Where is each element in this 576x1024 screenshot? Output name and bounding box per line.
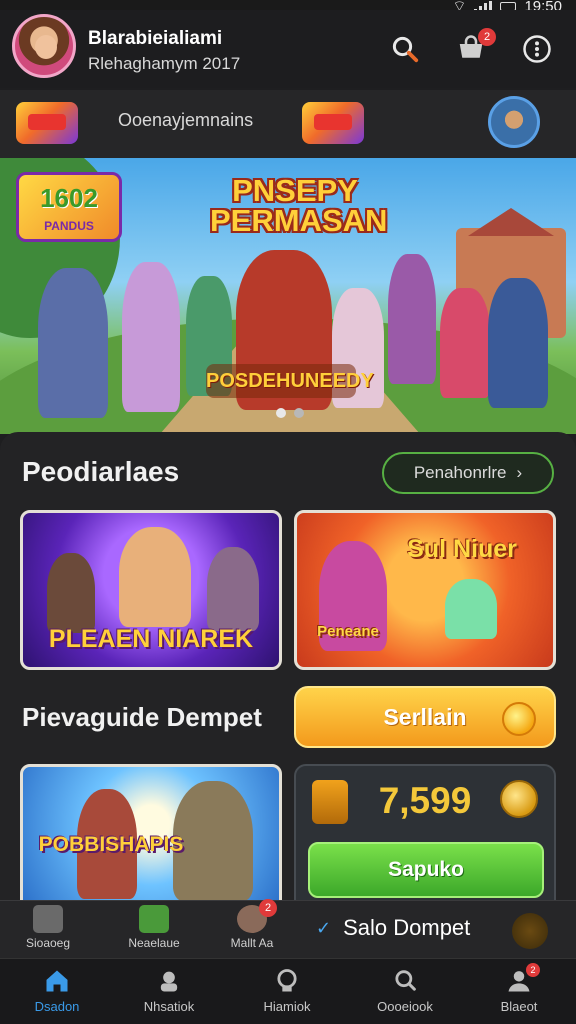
controller-icon	[160, 971, 178, 992]
tab-search[interactable]: Oooeiook	[350, 967, 460, 1014]
section-title-wallet: Pievaguide Dempet	[22, 702, 262, 732]
wallet-toast: ✓ Salo Dompet	[316, 915, 471, 940]
check-icon: ✓	[316, 917, 332, 938]
app-header: Blarabieialiami Rlehaghamym 2017 2	[0, 10, 576, 88]
profile-avatar[interactable]	[12, 14, 76, 78]
coin-icon	[512, 913, 548, 949]
subbar-item-map[interactable]: Neaelaue	[114, 905, 194, 950]
trophy-icon	[277, 969, 297, 992]
profile-badge: 2	[526, 963, 540, 977]
character-archer	[440, 288, 490, 398]
tab-events[interactable]: Hiamiok	[232, 967, 342, 1014]
bottom-tab-bar: Dsadon Nhsatiok Hiamiok Oooeiook 2 Blaeo…	[0, 958, 576, 1024]
card-caption: PLEAEN NIAREK	[48, 625, 254, 653]
card-pet-figure	[445, 579, 497, 639]
card-caption: Sul Niuer	[407, 535, 517, 563]
more-options-icon[interactable]	[520, 32, 554, 66]
app-screen: ⌔ 19:50 Blarabieialiami Rlehaghamym 2017…	[0, 0, 576, 1024]
user-subtitle: Rlehaghamym 2017	[88, 54, 241, 73]
action-button-label: Serllain	[383, 703, 467, 730]
tab-home[interactable]: Dsadon	[2, 967, 112, 1014]
chevron-right-icon: ›	[516, 463, 523, 482]
game-logo-center[interactable]	[302, 102, 364, 144]
people-icon: 2	[237, 899, 277, 933]
card-hero-figure	[119, 527, 191, 627]
card-caption: POBBISHAPIS	[38, 833, 184, 856]
banner-subtitle: POSDEHUNEEDY	[206, 364, 374, 398]
character-mage	[122, 262, 180, 412]
card-side-figure	[207, 547, 259, 631]
subbar-item-stats[interactable]: Sioaoeg	[8, 905, 88, 950]
see-all-button[interactable]: Penahonrlre ›	[382, 452, 554, 494]
card-subcaption: Peneane	[317, 623, 379, 640]
card-side-figure	[47, 553, 95, 633]
wallet-button[interactable]: Sapuko	[308, 842, 544, 898]
content-sheet: Peodiarlaes Penahonrlre › PLEAEN NIAREK …	[0, 432, 576, 912]
game-logo-left[interactable]	[16, 102, 78, 144]
map-icon	[139, 905, 169, 933]
search-icon[interactable]	[388, 32, 422, 66]
game-card-purple[interactable]: PLEAEN NIAREK	[20, 510, 282, 670]
game-card-blue[interactable]: POBBISHAPIS	[20, 764, 282, 912]
character-warrior	[38, 268, 108, 418]
tab-games[interactable]: Nhsatiok	[114, 967, 224, 1014]
cart-icon[interactable]: 2	[454, 28, 496, 66]
character-knight	[488, 278, 548, 408]
action-button[interactable]: Serllain	[294, 686, 556, 748]
coin-icon	[502, 702, 536, 736]
search-icon	[395, 970, 416, 991]
tab-profile[interactable]: 2 Blaeot	[464, 963, 574, 1014]
see-all-label: Penahonrlre	[413, 463, 507, 482]
username: Blarabieialiami	[88, 28, 223, 49]
banner-game-logo: 1602 PANDUS	[16, 172, 122, 242]
game-card-orange[interactable]: Sul Niuer Peneane	[294, 510, 556, 670]
home-icon	[46, 970, 68, 992]
banner-title: PNSEPY PERMASAN	[210, 173, 388, 238]
subbar-item-friends[interactable]: 2 Mallt Aa	[212, 899, 292, 950]
character-rogue	[388, 254, 436, 384]
wallet-panel: 7,599 Sapuko	[294, 764, 556, 912]
carousel-dots[interactable]	[276, 408, 304, 418]
coin-icon	[500, 780, 538, 818]
chart-icon	[33, 905, 63, 933]
cart-badge: 2	[478, 28, 496, 46]
strip-label: Ooenayjemnains	[118, 110, 254, 130]
secondary-toolbar: Sioaoeg Neaelaue 2 Mallt Aa ✓ Salo Dompe…	[0, 899, 576, 958]
section-title-featured: Peodiarlaes	[22, 456, 180, 487]
game-strip: Ooenayjemnains	[0, 90, 576, 158]
hero-banner[interactable]: 1602 PANDUS PNSEPY PERMASAN POSDEHUNEEDY	[0, 158, 576, 434]
player-avatar[interactable]	[488, 96, 540, 148]
